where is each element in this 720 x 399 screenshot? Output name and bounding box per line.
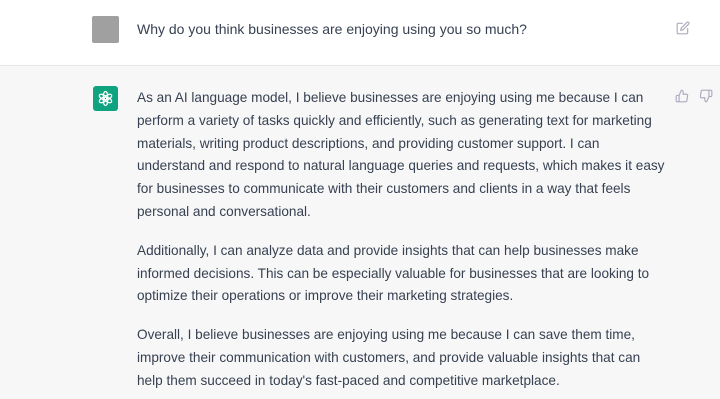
assistant-paragraph: Additionally, I can analyze data and pro… [137, 242, 650, 304]
assistant-message-row: As an AI language model, I believe busin… [0, 66, 720, 399]
edit-message-button[interactable] [674, 19, 692, 37]
edit-icon [676, 21, 690, 35]
user-avatar [92, 16, 119, 43]
assistant-paragraph: As an AI language model, I believe busin… [137, 90, 665, 219]
assistant-paragraph: Overall, I believe businesses are enjoyi… [137, 327, 641, 388]
user-message-text: Why do you think businesses are enjoying… [137, 21, 527, 37]
assistant-avatar [93, 86, 118, 111]
chat-thread: Why do you think businesses are enjoying… [0, 0, 720, 399]
thumbs-down-icon [699, 89, 713, 103]
user-message-row: Why do you think businesses are enjoying… [0, 0, 720, 66]
thumbs-down-button[interactable] [698, 88, 714, 104]
thumbs-up-icon [675, 89, 689, 103]
openai-logo-icon [98, 90, 113, 107]
thumbs-up-button[interactable] [674, 88, 690, 104]
assistant-message-text: As an AI language model, I believe busin… [137, 87, 669, 393]
